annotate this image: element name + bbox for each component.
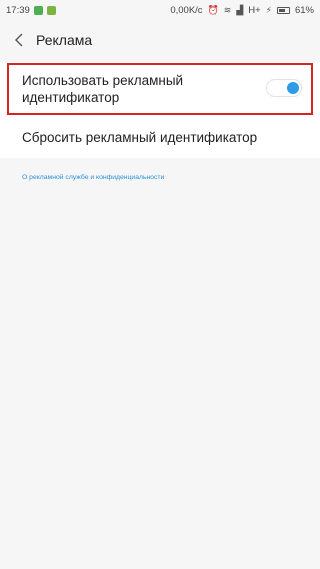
ad-id-setting-row[interactable]: Использовать рекламный идентификатор [0, 62, 320, 116]
status-left: 17:39 [6, 5, 56, 16]
highlight-box [7, 63, 313, 115]
page-title: Реклама [36, 32, 93, 48]
wifi-icon: ≋ [223, 4, 232, 15]
charging-icon: ⚡ [265, 4, 272, 15]
reset-ad-id-label: Сбросить рекламный идентификатор [22, 129, 258, 145]
alarm-icon: ⏰ [207, 4, 219, 15]
status-right: 0,00K/c ⏰ ≋ ▟ H+ ⚡ 61% [170, 5, 314, 16]
signal-icon: ▟ [236, 4, 244, 15]
settings-card: Использовать рекламный идентификатор Сбр… [0, 62, 320, 158]
network-type: H+ [248, 4, 261, 16]
battery-level: 61% [294, 4, 314, 16]
header: Реклама [0, 20, 320, 60]
notification-icon [33, 5, 43, 15]
reset-ad-id-row[interactable]: Сбросить рекламный идентификатор [0, 116, 320, 158]
net-speed: 0,00K/c [170, 4, 203, 16]
status-bar: 17:39 0,00K/c ⏰ ≋ ▟ H+ ⚡ 61% [0, 0, 320, 20]
back-arrow-icon[interactable] [10, 31, 28, 49]
status-time: 17:39 [6, 4, 30, 16]
battery-icon [276, 6, 290, 14]
privacy-link[interactable]: О рекламной службе и конфиденциальности [22, 174, 164, 181]
app-notification-icon [46, 5, 56, 15]
